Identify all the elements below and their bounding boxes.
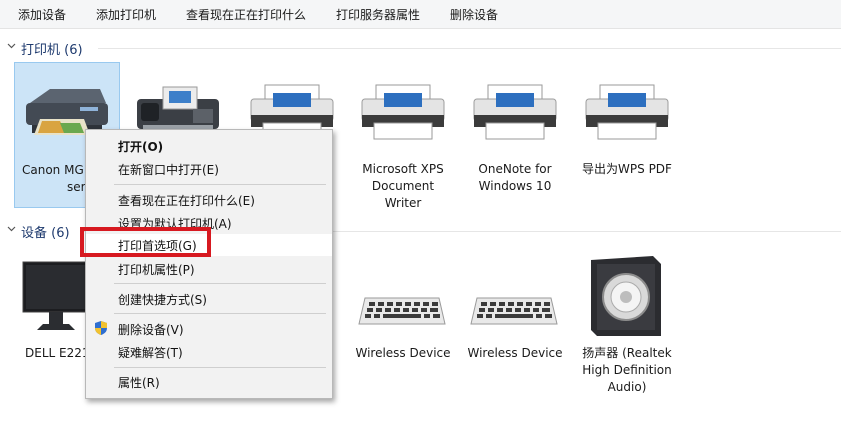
printer-label-line2: Windows 10: [478, 179, 552, 193]
printer-label: OneNote for Windows 10: [463, 161, 567, 195]
devices-section-title: 设备 (6): [21, 226, 70, 241]
menu-item-open[interactable]: 打开(O): [86, 135, 332, 157]
command-bar: 添加设备 添加打印机 查看现在正在打印什么 打印服务器属性 删除设备: [0, 0, 841, 29]
menu-separator: [114, 313, 326, 314]
device-label: Wireless Device: [355, 346, 451, 360]
add-printer-button[interactable]: 添加打印机: [96, 6, 156, 23]
printer-label-line2: Document: [371, 179, 435, 193]
menu-item-label: 打开(O): [118, 140, 164, 154]
device-item-speaker[interactable]: 扬声器 (Realtek High Definition Audio): [575, 250, 679, 400]
printer-item-fax[interactable]: [127, 63, 231, 131]
menu-separator: [114, 367, 326, 368]
printer-item-onenote[interactable]: OneNote for Windows 10: [463, 63, 567, 193]
printer-icon: [585, 84, 669, 140]
fax-machine-icon: [137, 86, 219, 131]
device-label: 扬声器 (Realtek High Definition Audio): [575, 345, 679, 396]
menu-item-see-printing[interactable]: 查看现在正在打印什么(E): [86, 189, 332, 211]
menu-item-label: 疑难解答(T): [118, 346, 183, 360]
menu-item-label: 在新窗口中打开(E): [118, 163, 219, 177]
context-menu: 打开(O) 在新窗口中打开(E) 查看现在正在打印什么(E) 设置为默认打印机(…: [85, 129, 333, 399]
printer-label-line1: 导出为WPS PDF: [582, 162, 672, 176]
device-label-line1: 扬声器 (Realtek: [582, 346, 672, 360]
see-printing-button[interactable]: 查看现在正在打印什么: [186, 6, 306, 23]
section-divider: [98, 48, 841, 49]
printer-label: 导出为WPS PDF: [575, 161, 679, 178]
menu-item-troubleshoot[interactable]: 疑难解答(T): [86, 341, 332, 363]
remove-device-button[interactable]: 删除设备: [450, 6, 498, 23]
keyboard-icon: [358, 297, 446, 325]
printer-item-microsoft-xps[interactable]: Microsoft XPS Document Writer: [351, 63, 455, 213]
print-server-properties-button[interactable]: 打印服务器属性: [336, 6, 420, 23]
device-label: Wireless Device: [467, 346, 563, 360]
menu-separator: [114, 283, 326, 284]
menu-item-label: 属性(R): [118, 376, 160, 390]
printers-section-title: 打印机 (6): [21, 43, 83, 58]
menu-item-properties[interactable]: 属性(R): [86, 371, 332, 393]
printer-icon: [361, 84, 445, 140]
printer-label: Microsoft XPS Document Writer: [351, 161, 455, 212]
shield-icon: [95, 321, 107, 335]
menu-item-label: 打印机属性(P): [118, 263, 195, 277]
menu-item-printer-properties[interactable]: 打印机属性(P): [86, 258, 332, 280]
printer-item-wps-pdf[interactable]: 导出为WPS PDF: [575, 63, 679, 183]
highlight-annotation: [80, 227, 211, 257]
printer-label-line1: Microsoft XPS: [362, 162, 444, 176]
printers-section-header[interactable]: 打印机 (6): [0, 37, 841, 59]
menu-item-label: 查看现在正在打印什么(E): [118, 194, 255, 208]
device-item-wireless-keyboard-1[interactable]: Wireless Device: [351, 250, 455, 360]
add-device-button[interactable]: 添加设备: [18, 6, 66, 23]
printer-item-generic[interactable]: t: [240, 63, 344, 176]
device-label-line3: Audio): [607, 380, 647, 394]
chevron-down-icon: [7, 226, 16, 232]
chevron-down-icon: [7, 43, 16, 49]
printer-label-line1: OneNote for: [478, 162, 552, 176]
menu-item-label: 删除设备(V): [118, 323, 184, 337]
device-label-line2: High Definition: [582, 363, 672, 377]
menu-item-remove-device[interactable]: 删除设备(V): [86, 318, 332, 340]
printer-icon: [473, 84, 557, 140]
menu-separator: [114, 184, 326, 185]
device-item-wireless-keyboard-2[interactable]: Wireless Device: [463, 250, 567, 360]
menu-item-create-shortcut[interactable]: 创建快捷方式(S): [86, 288, 332, 310]
keyboard-icon: [470, 297, 558, 325]
menu-item-label: 创建快捷方式(S): [118, 293, 207, 307]
menu-item-open-new-window[interactable]: 在新窗口中打开(E): [86, 158, 332, 180]
monitor-icon: [22, 261, 90, 330]
printer-label-line3: Writer: [384, 196, 422, 210]
speaker-icon: [591, 256, 661, 336]
